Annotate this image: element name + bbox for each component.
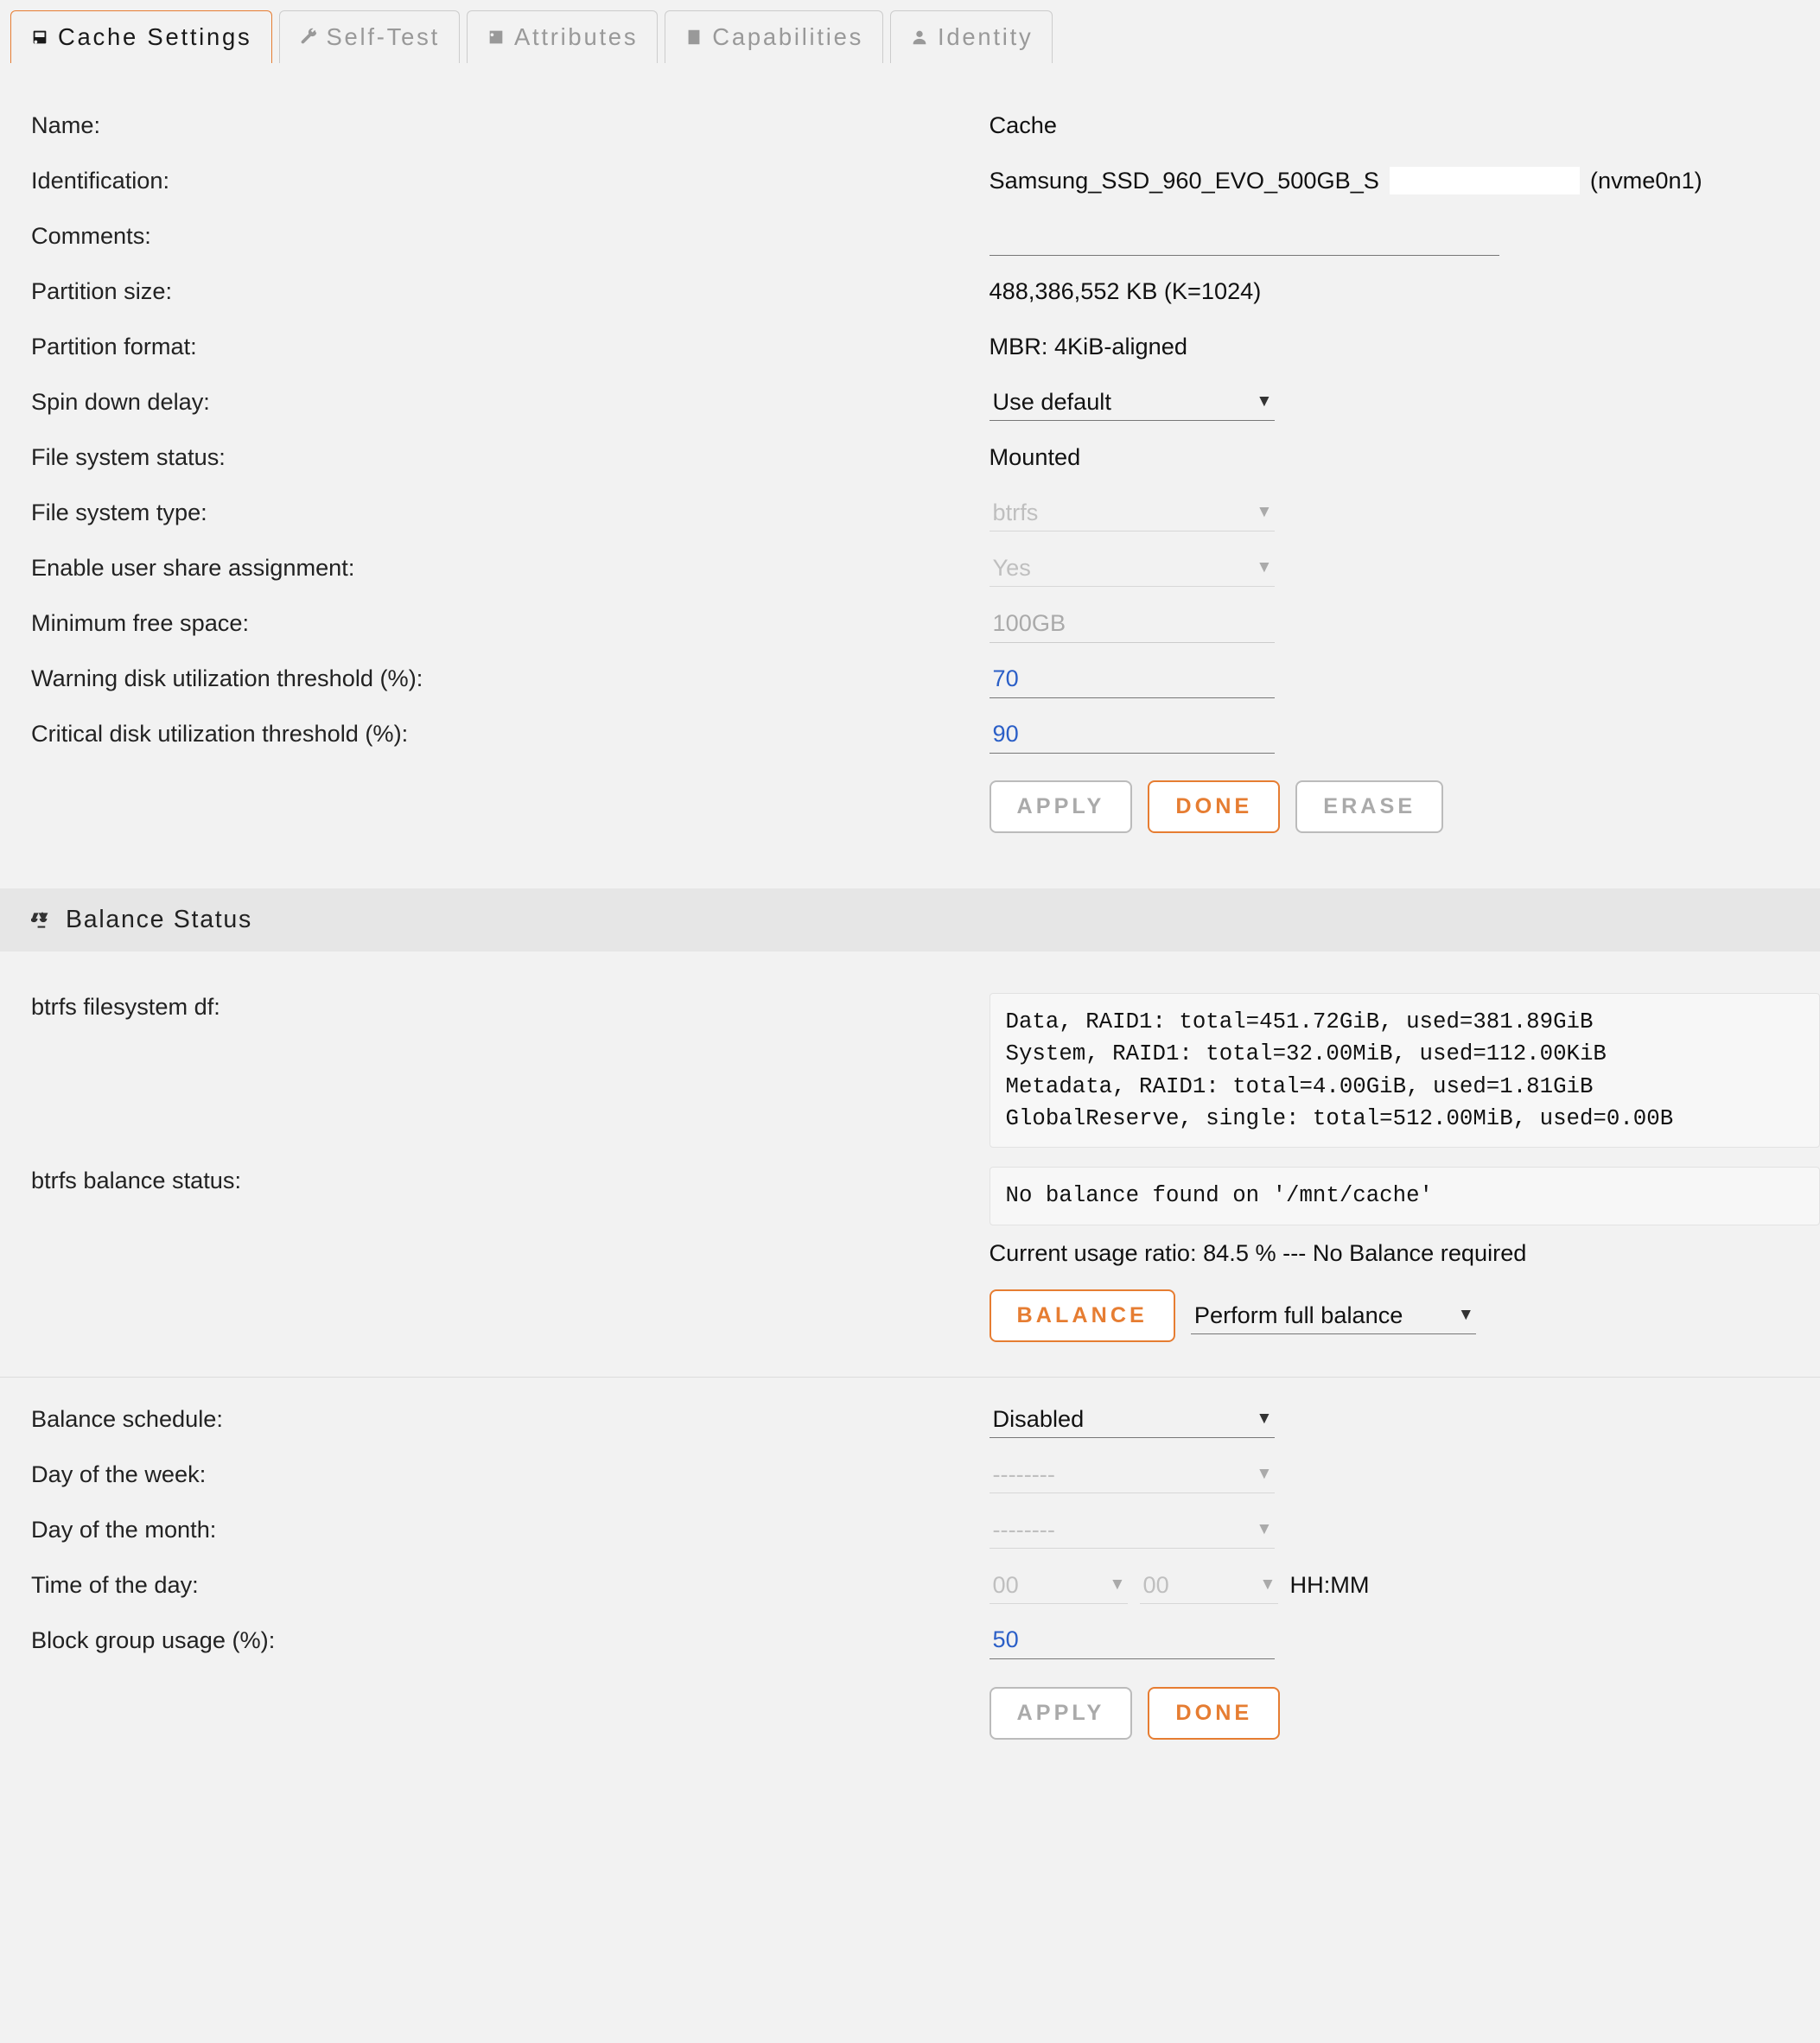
dom-label: Day of the month:: [31, 1516, 990, 1543]
tab-label: Self-Test: [327, 23, 440, 51]
dow-label: Day of the week:: [31, 1461, 990, 1488]
bgu-input[interactable]: [990, 1620, 1275, 1659]
crit-thresh-input[interactable]: [990, 715, 1275, 754]
min-free-input: [990, 604, 1275, 643]
spin-down-label: Spin down delay:: [31, 388, 990, 416]
identification-value: Samsung_SSD_960_EVO_500GB_S(nvme0n1): [990, 167, 1789, 194]
tab-attributes[interactable]: Attributes: [467, 10, 658, 63]
bgu-label: Block group usage (%):: [31, 1626, 990, 1654]
user-share-label: Enable user share assignment:: [31, 554, 990, 582]
dom-select: --------: [990, 1511, 1275, 1549]
cache-settings-form: Name: Cache Identification: Samsung_SSD_…: [0, 63, 1820, 875]
balance-schedule-label: Balance schedule:: [31, 1405, 990, 1433]
tod-label: Time of the day:: [31, 1571, 990, 1599]
crit-thresh-label: Critical disk utilization threshold (%):: [31, 720, 990, 748]
btrfs-df-output: Data, RAID1: total=451.72GiB, used=381.8…: [990, 993, 1820, 1148]
balance-done-button[interactable]: Done: [1148, 1687, 1280, 1740]
fs-type-label: File system type:: [31, 499, 990, 526]
tab-bar: Cache Settings Self-Test Attributes Capa…: [0, 0, 1820, 63]
badge-icon: [487, 28, 506, 47]
min-free-label: Minimum free space:: [31, 609, 990, 637]
apply-button[interactable]: Apply: [990, 780, 1133, 833]
balance-schedule-select[interactable]: Disabled: [990, 1400, 1275, 1438]
comments-label: Comments:: [31, 222, 990, 250]
tod-hour-select: 00: [990, 1566, 1128, 1604]
balance-status-panel: btrfs filesystem df: Data, RAID1: total=…: [0, 951, 1820, 1781]
name-label: Name:: [31, 111, 990, 139]
spin-down-select[interactable]: Use default: [990, 383, 1275, 421]
divider: [0, 1377, 1820, 1378]
partition-size-label: Partition size:: [31, 277, 990, 305]
btrfs-df-label: btrfs filesystem df:: [31, 993, 990, 1021]
identification-label: Identification:: [31, 167, 990, 194]
warn-thresh-input[interactable]: [990, 659, 1275, 698]
redacted-serial: [1390, 167, 1580, 194]
done-button[interactable]: Done: [1148, 780, 1280, 833]
dow-select: --------: [990, 1455, 1275, 1493]
name-value: Cache: [990, 111, 1789, 139]
comments-input[interactable]: [990, 217, 1499, 256]
fs-status-value: Mounted: [990, 443, 1789, 471]
btrfs-balance-status-output: No balance found on '/mnt/cache': [990, 1167, 1820, 1225]
fs-type-select: btrfs: [990, 493, 1275, 531]
tab-label: Attributes: [514, 23, 638, 51]
disk-icon: [30, 28, 49, 47]
balance-status-header: Balance Status: [0, 888, 1820, 951]
building-icon: [684, 28, 703, 47]
tab-self-test[interactable]: Self-Test: [279, 10, 460, 63]
erase-button[interactable]: Erase: [1295, 780, 1443, 833]
tod-min-select: 00: [1140, 1566, 1278, 1604]
tab-cache-settings[interactable]: Cache Settings: [10, 10, 272, 63]
tab-identity[interactable]: Identity: [890, 10, 1053, 63]
partition-format-value: MBR: 4KiB-aligned: [990, 333, 1789, 360]
fs-status-label: File system status:: [31, 443, 990, 471]
partition-size-value: 488,386,552 KB (K=1024): [990, 277, 1789, 305]
balance-mode-select[interactable]: Perform full balance: [1191, 1296, 1476, 1334]
tab-label: Cache Settings: [58, 23, 252, 51]
tab-label: Identity: [938, 23, 1033, 51]
scales-icon: [31, 909, 54, 932]
tab-capabilities[interactable]: Capabilities: [665, 10, 883, 63]
balance-button[interactable]: Balance: [990, 1289, 1175, 1342]
balance-apply-button[interactable]: Apply: [990, 1687, 1133, 1740]
user-share-select: Yes: [990, 549, 1275, 587]
wrench-icon: [299, 28, 318, 47]
tod-suffix: HH:MM: [1290, 1571, 1370, 1599]
btrfs-balance-status-label: btrfs balance status:: [31, 1167, 990, 1194]
user-icon: [910, 28, 929, 47]
partition-format-label: Partition format:: [31, 333, 990, 360]
usage-ratio-text: Current usage ratio: 84.5 % --- No Balan…: [990, 1225, 1789, 1276]
warn-thresh-label: Warning disk utilization threshold (%):: [31, 665, 990, 692]
tab-label: Capabilities: [712, 23, 863, 51]
